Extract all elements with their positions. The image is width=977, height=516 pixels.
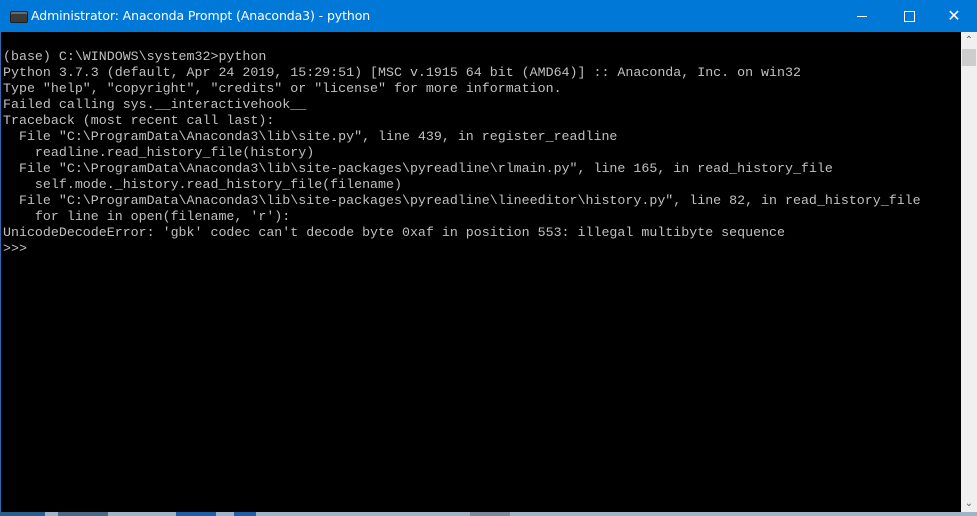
console-line: (base) C:\WINDOWS\system32>python <box>3 49 267 64</box>
console-line: >>> <box>3 241 27 256</box>
console-line: Failed calling sys.__interactivehook__ <box>3 97 307 112</box>
scrollbar-thumb[interactable] <box>962 49 976 66</box>
maximize-icon <box>903 10 915 22</box>
console-line: for line in open(filename, 'r'): <box>3 209 291 224</box>
console-line: Python 3.7.3 (default, Apr 24 2019, 15:2… <box>3 65 801 80</box>
console-line: self.mode._history.read_history_file(fil… <box>3 177 402 192</box>
console-line: File "C:\ProgramData\Anaconda3\lib\site-… <box>3 161 833 176</box>
console-line: File "C:\ProgramData\Anaconda3\lib\site-… <box>3 193 921 208</box>
console-line: Traceback (most recent call last): <box>3 113 275 128</box>
console-line: Type "help", "copyright", "credits" or "… <box>3 81 562 96</box>
console-output[interactable]: (base) C:\WINDOWS\system32>python Python … <box>0 32 961 512</box>
console-line: File "C:\ProgramData\Anaconda3\lib\site.… <box>3 129 618 144</box>
console-text: (base) C:\WINDOWS\system32>python Python … <box>3 49 921 257</box>
scroll-down-button[interactable]: ⌄ <box>961 495 977 512</box>
maximize-button[interactable] <box>886 0 932 32</box>
close-icon: ✕ <box>947 6 961 25</box>
console-icon <box>10 11 28 23</box>
scroll-up-button[interactable]: ⌃ <box>961 32 977 49</box>
minimize-button[interactable] <box>839 0 885 32</box>
window-title: Administrator: Anaconda Prompt (Anaconda… <box>31 8 371 23</box>
title-bar[interactable]: Administrator: Anaconda Prompt (Anaconda… <box>0 0 977 32</box>
vertical-scrollbar[interactable]: ⌃ ⌄ <box>961 32 977 512</box>
close-button[interactable]: ✕ <box>931 0 977 32</box>
console-line: readline.read_history_file(history) <box>3 145 315 160</box>
chevron-up-icon: ⌃ <box>964 35 974 46</box>
background-taskbar-strip <box>0 512 977 516</box>
console-line: UnicodeDecodeError: 'gbk' codec can't de… <box>3 225 785 240</box>
chevron-down-icon: ⌄ <box>964 498 974 509</box>
minimize-icon <box>857 15 867 17</box>
